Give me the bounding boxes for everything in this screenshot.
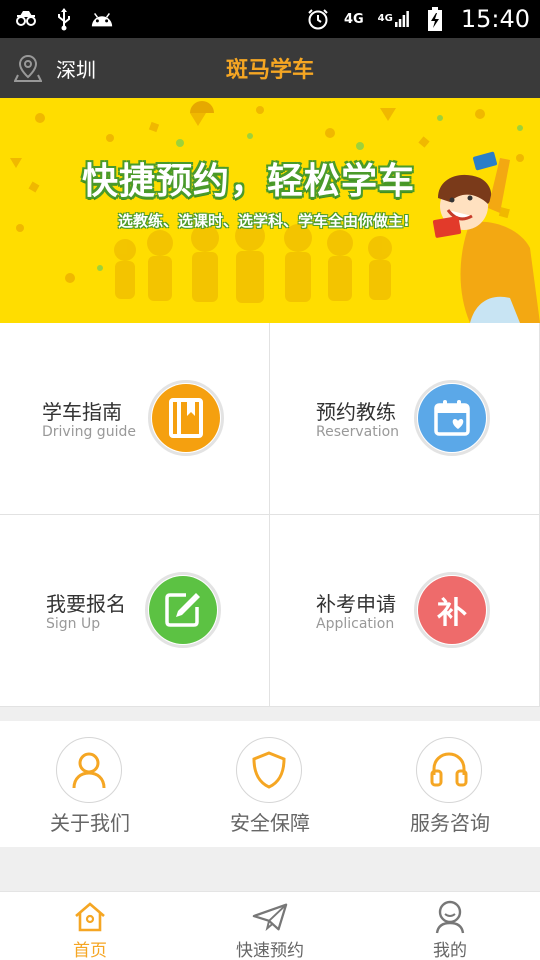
- android-icon: [90, 7, 114, 31]
- makeup-exam-icon: 补: [437, 596, 467, 631]
- tab-label: 我的: [433, 941, 467, 960]
- shortcut-label: 关于我们: [50, 811, 130, 835]
- book-icon: [169, 398, 203, 438]
- driving-guide-icon-circle: [148, 380, 224, 456]
- reservation-icon-circle: [414, 380, 490, 456]
- tab-label: 首页: [73, 941, 107, 960]
- card-subtitle: Sign Up: [46, 616, 101, 632]
- signal-4g-2: 4G: [378, 11, 409, 27]
- shortcut-label: 安全保障: [230, 811, 310, 835]
- page-title: 斑马学车: [225, 58, 314, 83]
- incognito-icon: [14, 7, 38, 31]
- sign-up-card[interactable]: 我要报名 Sign Up: [0, 515, 270, 707]
- card-title: 我要报名: [46, 592, 126, 616]
- edit-icon: [165, 593, 200, 627]
- tab-home[interactable]: 首页: [0, 892, 180, 960]
- status-bar: 4G 4G 15:40: [0, 0, 540, 38]
- status-time: 15:40: [460, 5, 530, 33]
- bottom-tab-bar: 首页 快速预约 我的: [0, 891, 540, 960]
- calendar-icon: [434, 400, 470, 436]
- tab-label: 快速预约: [236, 941, 304, 960]
- reservation-card[interactable]: 预约教练 Reservation: [270, 323, 540, 515]
- banner-subline: 选教练、选课时、选学科、学车全由你做主!: [118, 212, 410, 230]
- signal-4g-1: 4G: [344, 13, 364, 26]
- battery-charging-icon: [423, 7, 447, 31]
- makeup-exam-card[interactable]: 补考申请 Application 补: [270, 515, 540, 707]
- title-bar: 深圳 斑马学车: [0, 38, 540, 98]
- network-type-label: 4G: [343, 11, 364, 27]
- home-icon: [72, 900, 108, 934]
- network-type-label-2: 4G: [377, 13, 393, 24]
- driving-guide-card[interactable]: 学车指南 Driving guide: [0, 323, 270, 515]
- paper-plane-icon: [252, 900, 288, 934]
- service-consult-button[interactable]: 服务咨询: [360, 721, 540, 847]
- user-icon: [432, 900, 468, 934]
- card-title: 学车指南: [42, 400, 122, 424]
- shortcut-row: 关于我们 安全保障 服务咨询: [0, 721, 540, 847]
- tab-quick-booking[interactable]: 快速预约: [180, 892, 360, 960]
- safety-guarantee-button[interactable]: 安全保障: [180, 721, 360, 847]
- card-subtitle: Reservation: [316, 424, 400, 440]
- banner-headline: 快捷预约，轻松学车: [82, 161, 416, 202]
- usb-icon: [52, 7, 76, 31]
- feature-grid: 学车指南 Driving guide 预约教练 Reservation 我要报名…: [0, 323, 540, 707]
- person-icon: [56, 737, 122, 803]
- card-title: 预约教练: [316, 400, 396, 424]
- card-title: 补考申请: [316, 592, 396, 616]
- shield-icon: [236, 737, 302, 803]
- card-subtitle: Application: [316, 616, 395, 632]
- about-us-button[interactable]: 关于我们: [0, 721, 180, 847]
- status-right-icons: 4G 4G 15:40: [306, 5, 530, 33]
- headphones-icon: [416, 737, 482, 803]
- sign-up-icon-circle: [145, 572, 221, 648]
- alarm-icon: [306, 7, 330, 31]
- signal-bars-icon: [394, 11, 409, 27]
- makeup-exam-icon-circle: 补: [414, 572, 490, 648]
- promo-banner[interactable]: 快捷预约，轻松学车 选教练、选课时、选学科、学车全由你做主!: [0, 98, 540, 323]
- card-subtitle: Driving guide: [42, 424, 136, 440]
- shortcut-label: 服务咨询: [410, 811, 490, 835]
- tab-mine[interactable]: 我的: [360, 892, 540, 960]
- status-left-icons: [14, 7, 114, 31]
